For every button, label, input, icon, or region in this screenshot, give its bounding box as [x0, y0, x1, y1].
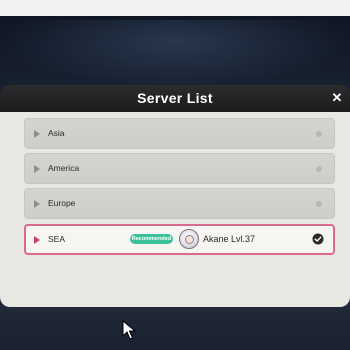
- server-row-america[interactable]: America: [24, 153, 335, 184]
- flag-icon: [34, 130, 40, 138]
- status-dot-icon: [316, 201, 322, 207]
- flag-icon: [34, 165, 40, 173]
- character-level: Lvl.37: [231, 234, 256, 244]
- status-dot-icon: [316, 166, 322, 172]
- status-dot-icon: [316, 131, 322, 137]
- avatar-face-icon: [185, 235, 194, 244]
- background: [0, 20, 350, 90]
- close-icon[interactable]: ✕: [330, 91, 344, 105]
- server-name: SEA: [48, 234, 66, 244]
- server-name: Asia: [48, 128, 65, 138]
- avatar: [179, 229, 199, 249]
- flag-icon: [34, 236, 40, 244]
- server-name: Europe: [48, 198, 76, 208]
- server-row-europe[interactable]: Europe: [24, 188, 335, 219]
- dialog-title: Server List: [137, 90, 213, 106]
- character-name: Akane: [203, 234, 229, 244]
- dialog-header: Server List ✕: [0, 85, 350, 112]
- flag-icon: [34, 200, 40, 208]
- check-icon: [312, 233, 324, 245]
- top-bar: [0, 0, 350, 16]
- server-row-asia[interactable]: Asia: [24, 118, 335, 149]
- server-list-panel: Asia America Europe SEA Recommended Akan…: [0, 112, 350, 307]
- server-name: America: [48, 163, 80, 173]
- cursor-icon: [122, 320, 137, 340]
- server-row-sea[interactable]: SEA Recommended Akane Lvl.37: [24, 224, 335, 255]
- recommended-badge: Recommended: [130, 234, 173, 244]
